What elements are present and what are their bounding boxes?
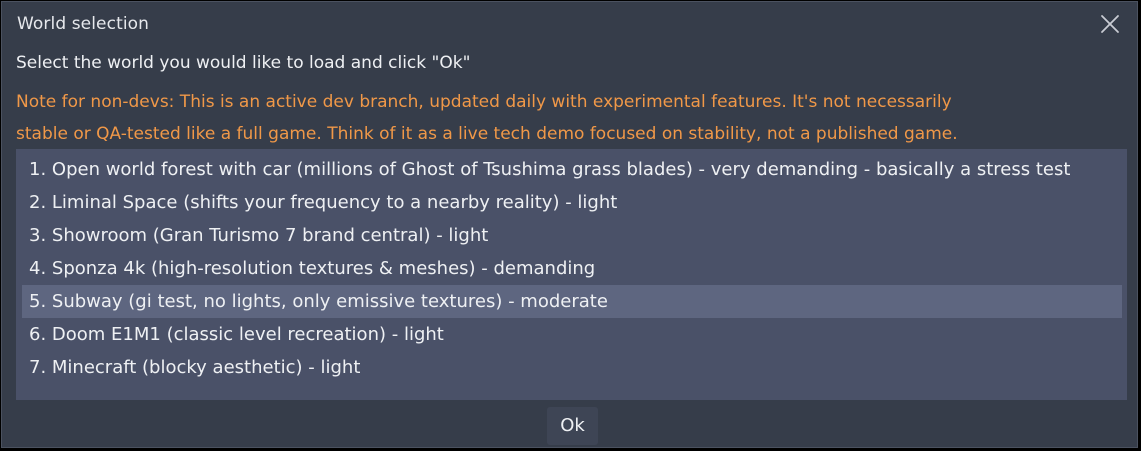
note-line: Note for non-devs: This is an active dev… [16, 92, 952, 112]
world-selection-dialog: World selection Select the world you wou… [1, 1, 1138, 448]
world-list-item[interactable]: 6. Doom E1M1 (classic level recreation) … [22, 318, 1122, 351]
world-list[interactable]: 1. Open world forest with car (millions … [16, 149, 1127, 400]
world-list-item[interactable]: 4. Sponza 4k (high-resolution textures &… [22, 252, 1122, 285]
close-icon[interactable] [1099, 13, 1121, 35]
world-list-item[interactable]: 1. Open world forest with car (millions … [22, 153, 1122, 186]
instruction-text: Select the world you would like to load … [16, 53, 471, 73]
world-list-item[interactable]: 2. Liminal Space (shifts your frequency … [22, 186, 1122, 219]
ok-button[interactable]: Ok [547, 407, 598, 445]
world-list-item[interactable]: 3. Showroom (Gran Turismo 7 brand centra… [22, 219, 1122, 252]
dialog-title: World selection [17, 14, 150, 34]
dev-branch-note: Note for non-devs: This is an active dev… [16, 86, 1116, 150]
dialog-titlebar: World selection [2, 2, 1137, 46]
note-line: stable or QA-tested like a full game. Th… [16, 124, 958, 144]
world-list-item-selected[interactable]: 5. Subway (gi test, no lights, only emis… [22, 285, 1122, 318]
world-list-item[interactable]: 7. Minecraft (blocky aesthetic) - light [22, 351, 1122, 384]
